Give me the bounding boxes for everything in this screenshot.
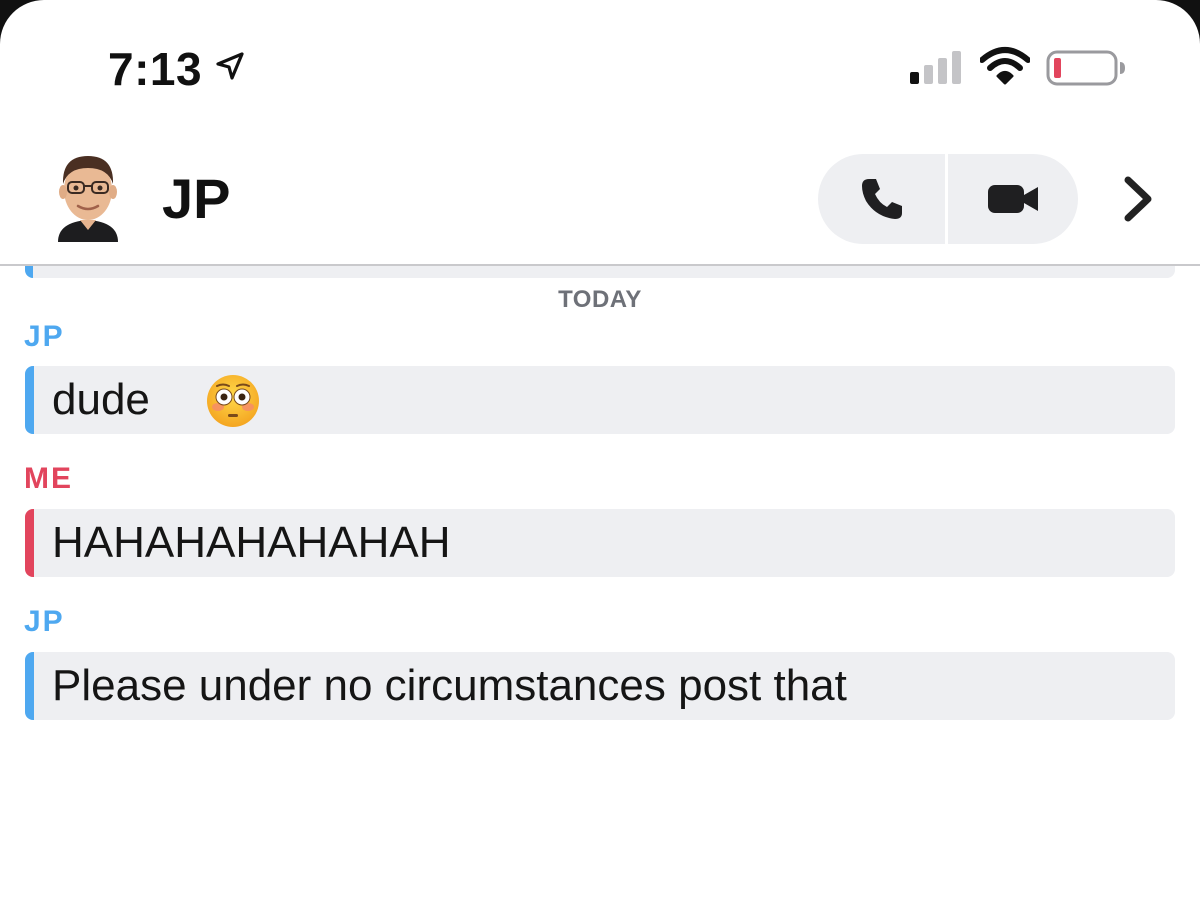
avatar[interactable]: [50, 150, 126, 242]
flushed-face-icon: [207, 375, 259, 427]
message-text: Please under no circumstances post that: [52, 661, 847, 710]
message-text: dude: [52, 375, 150, 424]
chat-screen: 7:13 JP TODAY JP dude ME HAHAHAHAHAHAH J…: [0, 0, 1200, 922]
wifi-icon: [980, 47, 1030, 85]
chevron-right-icon[interactable]: [1116, 172, 1160, 226]
previous-message-fragment: [25, 266, 1175, 278]
chat-title[interactable]: JP: [162, 166, 231, 231]
status-time: 7:13: [108, 43, 203, 95]
message-accent-bar: [25, 652, 34, 720]
phone-icon: [861, 179, 902, 219]
video-camera-icon: [988, 185, 1038, 213]
message-text: HAHAHAHAHAHAH: [52, 518, 451, 567]
message-bubble[interactable]: HAHAHAHAHAHAH: [25, 509, 1175, 577]
message-bubble[interactable]: Please under no circumstances post that: [25, 652, 1175, 720]
message-accent-bar: [25, 366, 34, 434]
phone-call-button[interactable]: [818, 154, 945, 244]
video-call-button[interactable]: [948, 154, 1078, 244]
sender-label: JP: [24, 320, 65, 353]
sender-label: JP: [24, 605, 65, 638]
signal-icon: [910, 51, 961, 84]
message-accent-bar: [25, 266, 33, 278]
battery-icon: [1046, 50, 1125, 86]
call-buttons-group: [818, 154, 1078, 244]
date-separator: TODAY: [558, 286, 642, 313]
message-bubble[interactable]: dude: [25, 366, 1175, 434]
message-accent-bar: [25, 509, 34, 577]
location-arrow-icon: [216, 52, 244, 80]
sender-label: ME: [24, 462, 73, 495]
